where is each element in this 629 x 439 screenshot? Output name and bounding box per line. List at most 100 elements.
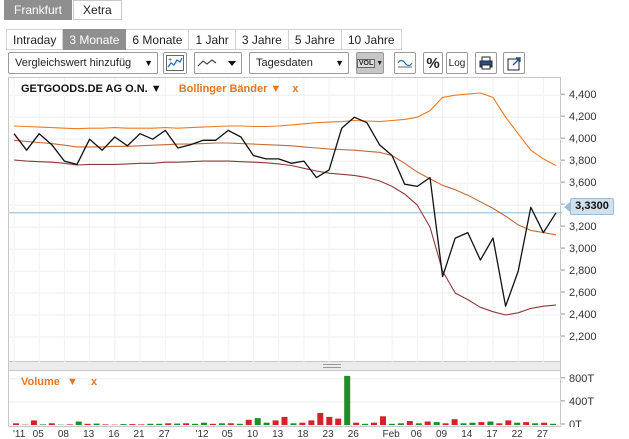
x-axis: '11 05 08 13 16 21 27 '12 05 10 13 18 23 26 Feb 06 09 14 1… [13, 429, 548, 439]
y-tick-label: 4,400 [569, 89, 597, 101]
volume-bar [308, 420, 315, 425]
volume-bar [84, 423, 91, 425]
series-upper-band [13, 92, 557, 166]
interval-select[interactable]: Tagesdaten ▼ [249, 52, 349, 74]
tab-10-jahre[interactable]: 10 Jahre [341, 29, 402, 50]
volume-tick-label: 800T [569, 373, 594, 385]
x-tick-label: '12 [196, 429, 209, 439]
y-tick-label: 2,400 [569, 309, 597, 321]
compare-select[interactable]: Vergleichswert hinzufüg ▼ [8, 52, 158, 74]
security-name[interactable]: GETGOODS.DE AG O.N. [21, 83, 148, 95]
volume-bar [236, 423, 243, 425]
x-tick-label: 16 [108, 429, 120, 439]
volume-bar [48, 423, 55, 425]
tab-xetra[interactable]: Xetra [73, 0, 122, 20]
x-tick-label: 06 [411, 429, 423, 439]
volume-bar [156, 423, 163, 425]
chevron-down-icon: ▼ [144, 58, 153, 68]
trend-line-icon [397, 59, 413, 68]
chevron-down-icon: ▼ [335, 58, 344, 68]
panel-splitter[interactable] [8, 362, 561, 370]
percent-icon: % [426, 54, 440, 72]
tab-3-jahre[interactable]: 3 Jahre [235, 29, 289, 50]
volume-bar [290, 423, 297, 425]
print-button[interactable] [475, 52, 497, 74]
volume-bar [263, 422, 270, 425]
volume-tick-label: 400T [569, 396, 594, 408]
log-scale-button[interactable]: Log [446, 52, 468, 74]
volume-bar [353, 422, 360, 425]
price-chart[interactable]: GETGOODS.DE AG O.N. ▼ Bollinger Bänder ▼… [8, 77, 562, 363]
y-tick-label: 2,600 [569, 287, 597, 299]
compare-select-label: Vergleichswert hinzufüg [15, 57, 132, 69]
tab-6-monate[interactable]: 6 Monate [126, 29, 190, 50]
volume-bar [496, 423, 503, 425]
volume-bar [13, 423, 19, 425]
x-tick-label: Feb [383, 429, 401, 439]
volume-bar [174, 423, 181, 425]
tab-1-jahr[interactable]: 1 Jahr [189, 29, 236, 50]
volume-bar [487, 421, 494, 425]
tab-intraday[interactable]: Intraday [6, 29, 64, 50]
volume-bar [541, 422, 548, 425]
volume-bar [362, 423, 369, 425]
volume-bar [39, 424, 46, 425]
line-type-select[interactable] [194, 52, 242, 74]
x-tick-label: 26 [348, 429, 360, 439]
x-tick-label: 27 [159, 429, 171, 439]
volume-bar [66, 424, 73, 425]
volume-label[interactable]: Volume [21, 376, 60, 388]
splitter-grip-icon [323, 364, 341, 368]
tab-3-monate[interactable]: 3 Monate [63, 29, 127, 50]
volume-bar [201, 422, 207, 425]
x-tick-label: 17 [486, 429, 498, 439]
security-dropdown-icon[interactable]: ▼ [151, 83, 162, 95]
volume-chart[interactable]: Volume ▼ x [8, 370, 562, 427]
volume-toggle-button[interactable]: VOL ▼ [356, 52, 384, 74]
volume-bar [371, 422, 377, 425]
volume-bar [254, 418, 261, 425]
volume-bar [245, 419, 252, 425]
current-price-badge: 3,3300 [564, 198, 614, 215]
x-tick-label: 23 [323, 429, 335, 439]
tab-frankfurt[interactable]: Frankfurt [4, 0, 73, 20]
volume-bar [415, 423, 422, 425]
volume-bar [317, 412, 324, 425]
volume-legend: Volume ▼ x [21, 376, 97, 388]
y-tick-label: 4,000 [569, 133, 597, 145]
volume-dropdown-icon[interactable]: ▼ [67, 376, 78, 388]
volume-bar [129, 424, 136, 425]
popout-button[interactable] [503, 52, 525, 74]
y-tick-label: 3,600 [569, 177, 597, 189]
series-middle-band [13, 139, 557, 236]
volume-bar [326, 416, 333, 425]
volume-bar [335, 418, 342, 425]
volume-bar [344, 375, 351, 425]
remove-indicator-icon[interactable]: x [292, 83, 298, 95]
trend-line-button[interactable] [394, 52, 416, 74]
indicator-dropdown-icon[interactable]: ▼ [270, 83, 281, 95]
remove-volume-icon[interactable]: x [91, 376, 97, 388]
period-tabs: Intraday 3 Monate 6 Monate 1 Jahr 3 Jahr… [6, 29, 402, 50]
indicator-name[interactable]: Bollinger Bänder [179, 83, 268, 95]
volume-bar [514, 422, 521, 425]
price-plot [9, 78, 562, 363]
volume-bar [424, 421, 431, 425]
y-tick-label: 3,800 [569, 155, 597, 167]
volume-bar [147, 423, 154, 425]
volume-icon: VOL [356, 58, 376, 68]
volume-bar [388, 423, 395, 425]
x-tick-label: 05 [222, 429, 234, 439]
volume-bar [478, 422, 485, 425]
x-tick-label: 14 [461, 429, 473, 439]
volume-bar [93, 423, 100, 425]
volume-bar [138, 424, 145, 425]
tab-5-jahre[interactable]: 5 Jahre [288, 29, 342, 50]
svg-text:+: + [168, 57, 172, 64]
percent-button[interactable]: % [423, 52, 443, 74]
volume-bar [442, 423, 449, 425]
volume-bar [120, 424, 127, 425]
volume-bar [532, 423, 539, 425]
x-tick-label: 13 [83, 429, 95, 439]
indicator-button[interactable]: + [163, 52, 187, 74]
